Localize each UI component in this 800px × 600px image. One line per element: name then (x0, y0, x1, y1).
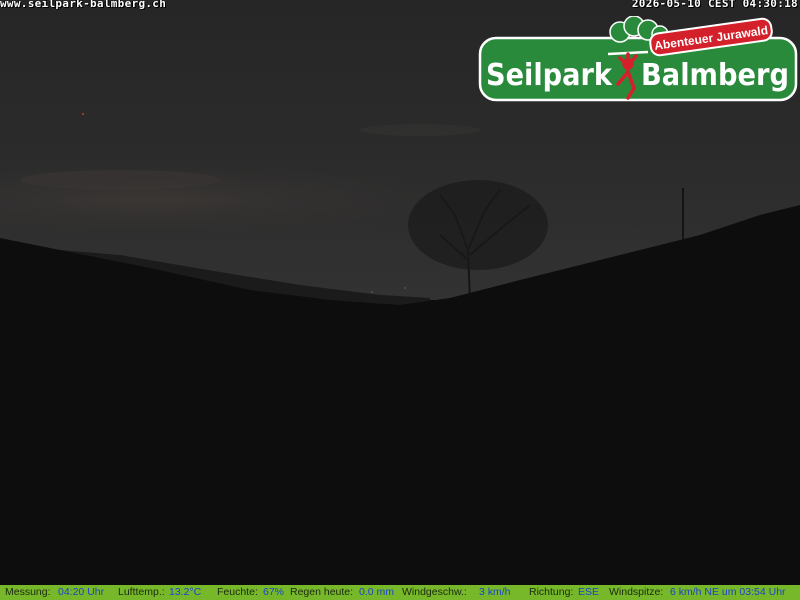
wind-speed-label: Windgeschw.: (402, 586, 467, 598)
temperature-label: Lufttemp.: (118, 586, 165, 598)
logo-wordmark: Balmberg (641, 58, 789, 93)
humidity-value: 67% (263, 586, 285, 598)
humidity-label: Feuchte: (217, 586, 258, 598)
temperature-value: 13.2°C (169, 586, 202, 598)
town-light (82, 113, 84, 115)
cloud-band (360, 124, 480, 136)
measurement-value: 04:20 Uhr (58, 586, 105, 598)
rain-label: Regen heute: (290, 586, 354, 598)
wind-gust-value: 6 km/h NE um 03:54 Uhr (670, 586, 786, 598)
logo-wordmark: Seilpark (486, 58, 613, 93)
tree-canopy (408, 180, 548, 270)
wind-gust-label: Windspitze: (609, 586, 664, 598)
town-light (371, 291, 373, 293)
timestamp: 2026-05-10 CEST 04:30:18 (631, 0, 798, 10)
seilpark-balmberg-logo: Abenteuer Jurawald Seilpark Balmberg (478, 16, 798, 102)
rain-value: 0.0 mm (359, 586, 395, 598)
wind-direction-label: Richtung: (529, 586, 574, 598)
town-light (404, 287, 406, 289)
website-url: www.seilpark-balmberg.ch (0, 0, 167, 10)
weather-status-bar: Messung: 04:20 Uhr Lufttemp.: 13.2°C Feu… (0, 585, 800, 600)
measurement-label: Messung: (5, 586, 51, 598)
cloud-band (20, 170, 220, 190)
wind-speed-value: 3 km/h (479, 586, 511, 598)
wind-direction-value: ESE (578, 586, 600, 598)
